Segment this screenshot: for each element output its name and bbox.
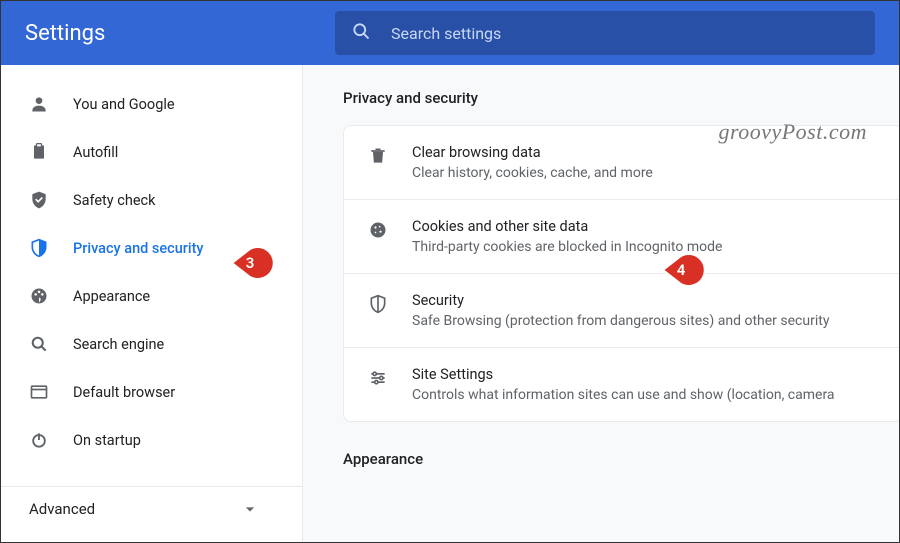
search-box[interactable] bbox=[335, 11, 875, 55]
palette-icon bbox=[29, 286, 49, 306]
sidebar-item-on-startup[interactable]: On startup bbox=[1, 419, 290, 461]
sidebar-item-label: Privacy and security bbox=[73, 240, 204, 257]
cookie-icon bbox=[368, 220, 388, 240]
advanced-label: Advanced bbox=[29, 500, 95, 518]
row-subtitle: Safe Browsing (protection from dangerous… bbox=[412, 313, 829, 329]
sidebar-item-search-engine[interactable]: Search engine bbox=[1, 323, 290, 365]
shield-icon bbox=[29, 238, 49, 258]
sidebar-item-you-and-google[interactable]: You and Google bbox=[1, 83, 290, 125]
sidebar-item-label: On startup bbox=[73, 432, 141, 449]
power-icon bbox=[29, 430, 49, 450]
privacy-card: Clear browsing data Clear history, cooki… bbox=[343, 125, 899, 422]
row-subtitle: Clear history, cookies, cache, and more bbox=[412, 165, 653, 181]
callout-4: 4 bbox=[663, 252, 699, 288]
security-shield-icon bbox=[368, 294, 388, 314]
chevron-down-icon bbox=[240, 499, 260, 519]
sidebar-item-default-browser[interactable]: Default browser bbox=[1, 371, 290, 413]
row-title: Clear browsing data bbox=[412, 144, 653, 161]
watermark: groovyPost.com bbox=[718, 119, 867, 145]
sidebar-item-label: Safety check bbox=[73, 192, 155, 209]
sidebar-advanced[interactable]: Advanced bbox=[1, 486, 302, 530]
search-icon bbox=[351, 21, 371, 45]
check-shield-icon bbox=[29, 190, 49, 210]
row-site-settings[interactable]: Site Settings Controls what information … bbox=[344, 348, 899, 421]
main-content: Privacy and security Clear browsing data… bbox=[303, 65, 899, 542]
sidebar-item-label: Autofill bbox=[73, 144, 118, 161]
section-title-appearance: Appearance bbox=[343, 450, 899, 468]
clipboard-icon bbox=[29, 142, 49, 162]
sidebar-item-label: Search engine bbox=[73, 336, 164, 353]
row-cookies[interactable]: Cookies and other site data Third-party … bbox=[344, 200, 899, 274]
row-title: Cookies and other site data bbox=[412, 218, 722, 235]
sidebar-item-label: Default browser bbox=[73, 384, 175, 401]
section-title-privacy: Privacy and security bbox=[343, 89, 899, 107]
sidebar-item-appearance[interactable]: Appearance bbox=[1, 275, 290, 317]
row-title: Security bbox=[412, 292, 829, 309]
sidebar-item-label: You and Google bbox=[73, 96, 175, 113]
search-icon bbox=[29, 334, 49, 354]
page-title: Settings bbox=[25, 21, 335, 46]
person-icon bbox=[29, 94, 49, 114]
callout-3: 3 bbox=[232, 245, 268, 281]
sidebar-item-autofill[interactable]: Autofill bbox=[1, 131, 290, 173]
trash-icon bbox=[368, 146, 388, 166]
sidebar: You and Google Autofill Safety check Pri… bbox=[1, 65, 303, 542]
browser-icon bbox=[29, 382, 49, 402]
row-security[interactable]: Security Safe Browsing (protection from … bbox=[344, 274, 899, 348]
row-subtitle: Controls what information sites can use … bbox=[412, 387, 835, 403]
sidebar-item-safety-check[interactable]: Safety check bbox=[1, 179, 290, 221]
search-input[interactable] bbox=[391, 24, 859, 43]
row-title: Site Settings bbox=[412, 366, 835, 383]
settings-sliders-icon bbox=[368, 368, 388, 388]
sidebar-item-label: Appearance bbox=[73, 288, 150, 305]
header-bar: Settings bbox=[1, 1, 899, 65]
